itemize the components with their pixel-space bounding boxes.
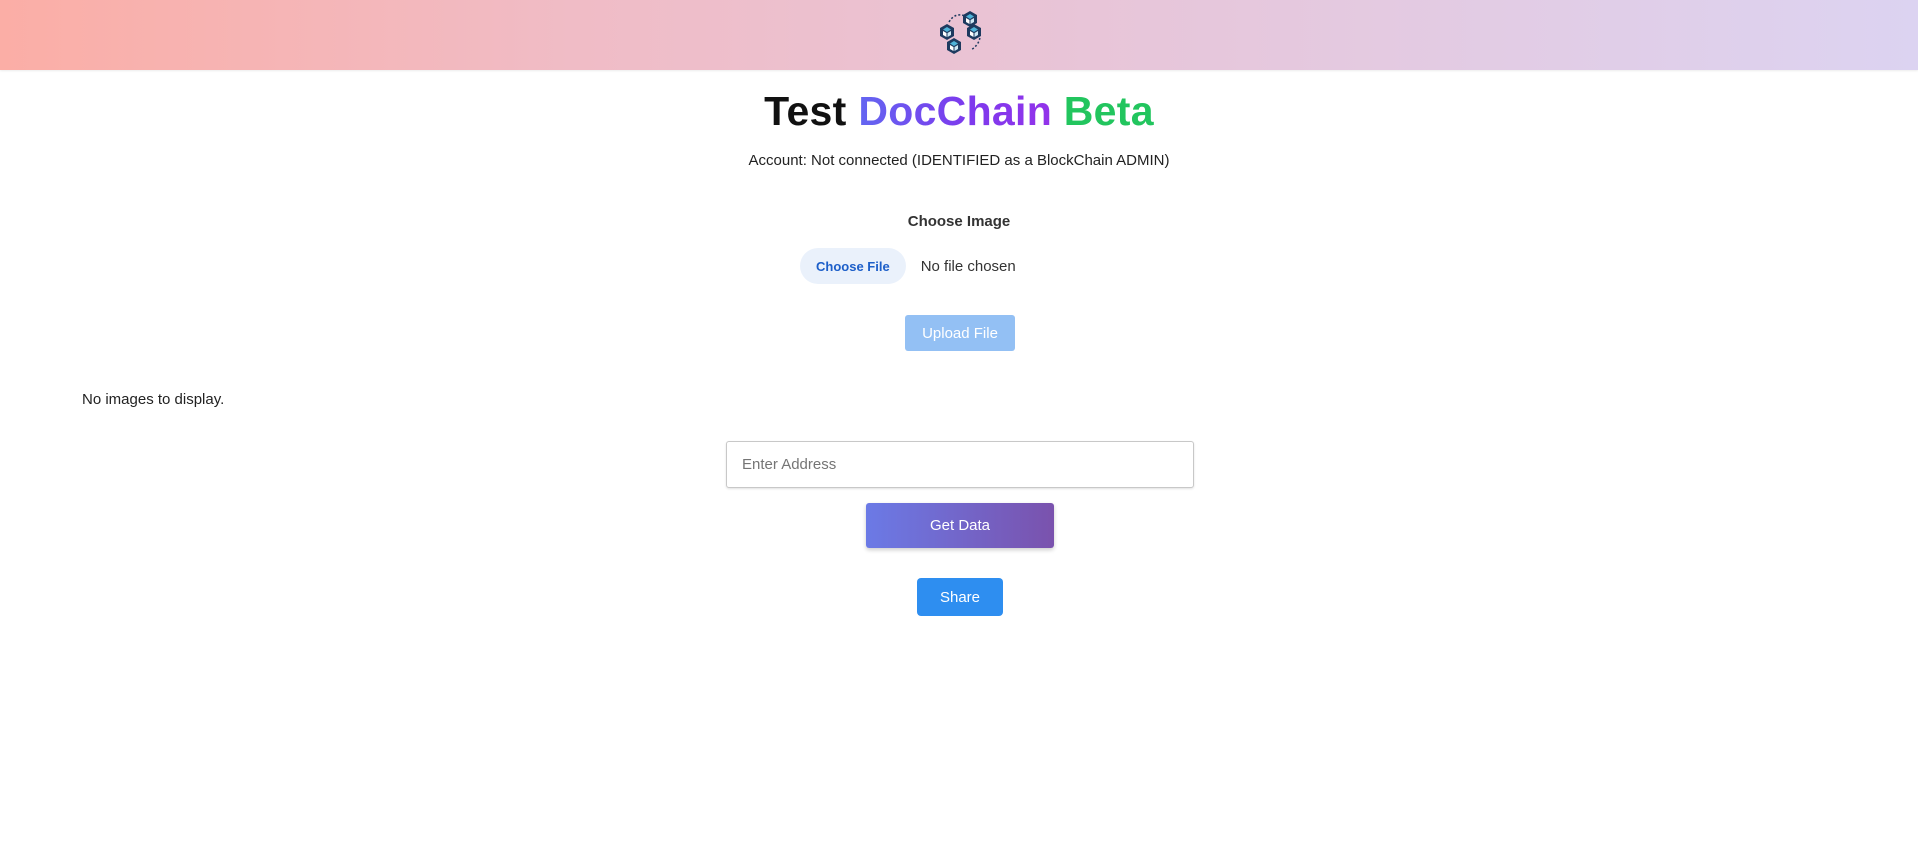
page-title: Test DocChain Beta [0,88,1918,135]
choose-image-label: Choose Image [907,213,1011,230]
upload-file-button[interactable]: Upload File [905,315,1015,351]
get-data-button[interactable]: Get Data [866,503,1054,548]
address-input[interactable] [726,441,1194,488]
title-word-test: Test [764,88,847,134]
title-word-beta: Beta [1063,88,1154,134]
empty-gallery-text: No images to display. [82,391,225,408]
account-status: Account: Not connected (IDENTIFIED as a … [748,152,1170,169]
top-header [0,0,1918,70]
choose-file-button[interactable]: Choose File [800,248,906,284]
share-button[interactable]: Share [917,578,1003,616]
title-word-docchain: DocChain [858,88,1053,134]
file-input[interactable]: Choose File No file chosen [800,248,1016,284]
blockchain-cubes-icon [940,11,981,54]
file-status-text: No file chosen [920,257,1016,275]
